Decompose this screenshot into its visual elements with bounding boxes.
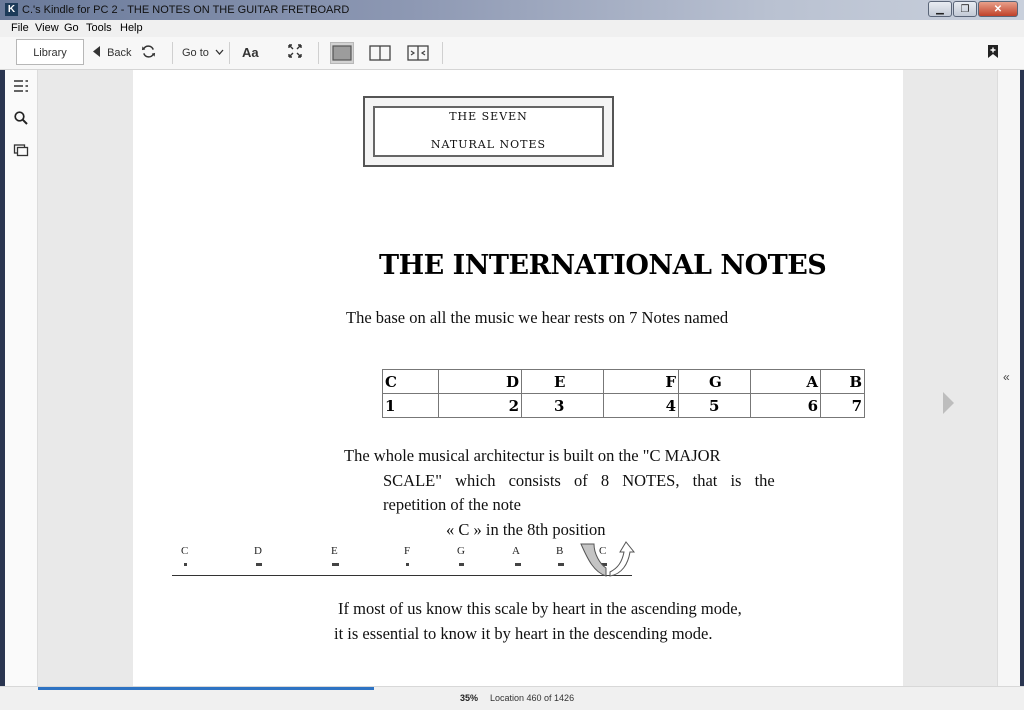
table-cell: F — [603, 369, 679, 394]
scale-letter: B — [556, 545, 564, 557]
status-bar: 35% Location 460 of 1426 — [0, 686, 1024, 710]
chapter-heading: THE INTERNATIONAL NOTES — [379, 250, 827, 281]
menu-go[interactable]: Go — [64, 22, 79, 34]
table-row: C D E F G A B — [382, 369, 865, 394]
table-cell: 2 — [438, 393, 522, 418]
kindle-app-icon: K — [5, 3, 18, 16]
font-settings-button[interactable]: Aa — [242, 37, 259, 69]
left-sidebar — [5, 70, 38, 686]
title-frame-inner: THE SEVEN NATURAL NOTES — [373, 106, 604, 157]
toolbar-separator — [442, 42, 443, 64]
sync-icon — [141, 45, 156, 58]
window-title: C.'s Kindle for PC 2 - THE NOTES ON THE … — [22, 4, 350, 16]
scale-letter: C — [181, 545, 189, 557]
goto-label: Go to — [182, 47, 209, 59]
body-text-line: SCALE" which consists of 8 NOTES, that i… — [383, 471, 775, 490]
body-text-line: The whole musical architectur is built o… — [344, 446, 721, 465]
bookmark-button[interactable] — [987, 37, 999, 69]
back-label: Back — [107, 47, 132, 59]
table-cell: 4 — [603, 393, 679, 418]
back-button[interactable]: Back — [93, 37, 132, 69]
scale-letter: D — [254, 545, 262, 557]
scale-letter: A — [512, 545, 520, 557]
reading-progress-bar[interactable] — [38, 687, 374, 690]
toolbar-separator — [229, 42, 230, 64]
scale-letter: G — [457, 545, 465, 557]
page-flip-button[interactable] — [406, 42, 430, 64]
location-text: Location 460 of 1426 — [490, 693, 575, 703]
search-icon[interactable] — [13, 110, 29, 126]
menu-file[interactable]: File — [11, 22, 29, 34]
fullscreen-icon — [288, 44, 302, 58]
title-bar: K C.'s Kindle for PC 2 - THE NOTES ON TH… — [0, 0, 1024, 20]
notes-table: C D E F G A B 1 2 3 4 5 6 7 — [382, 369, 865, 418]
body-text-line: If most of us know this scale by heart i… — [338, 599, 742, 618]
table-cell: 7 — [820, 393, 865, 418]
body-text-line: repetition of the note — [383, 495, 521, 514]
back-arrow-icon — [93, 46, 100, 57]
expand-panel-button[interactable]: « — [1003, 370, 1010, 384]
toolbar-separator — [318, 42, 319, 64]
table-cell: 6 — [750, 393, 821, 418]
intro-text: The base on all the music we hear rests … — [346, 308, 729, 327]
goto-button[interactable]: Go to — [182, 37, 224, 69]
single-column-button[interactable] — [330, 42, 354, 64]
minimize-button[interactable]: ▁ — [928, 1, 952, 17]
frame-line-2: NATURAL NOTES — [430, 138, 547, 151]
sync-button[interactable] — [141, 37, 156, 69]
table-cell: 1 — [382, 393, 439, 418]
scale-number-marks — [184, 563, 607, 566]
scale-letter: F — [404, 545, 411, 557]
menu-help[interactable]: Help — [120, 22, 143, 34]
frame-line-1: THE SEVEN — [449, 110, 528, 123]
table-row: 1 2 3 4 5 6 7 — [382, 393, 865, 418]
table-cell: A — [750, 369, 821, 394]
table-of-contents-icon[interactable] — [13, 78, 29, 94]
table-cell: B — [820, 369, 865, 394]
close-button[interactable]: ✕ — [978, 1, 1018, 17]
body-text-line: it is essential to know it by heart in t… — [334, 624, 713, 643]
toolbar-separator — [172, 42, 173, 64]
curved-arrow-icon — [580, 541, 636, 577]
table-cell: 5 — [678, 393, 751, 418]
toolbar: Library Back Go to Aa — [0, 37, 1024, 70]
table-cell: 3 — [521, 393, 604, 418]
table-cell: D — [438, 369, 522, 394]
library-button[interactable]: Library — [16, 39, 84, 65]
two-column-button[interactable] — [368, 42, 392, 64]
next-page-arrow[interactable] — [943, 392, 954, 414]
scale-baseline — [172, 575, 632, 576]
body-text-line: « C » in the 8th position — [446, 520, 606, 539]
notes-cards-icon[interactable] — [13, 142, 29, 158]
title-frame: THE SEVEN NATURAL NOTES — [363, 96, 614, 167]
window-controls: ▁ ❐ ✕ — [927, 1, 1018, 18]
add-bookmark-icon — [988, 45, 998, 58]
menu-tools[interactable]: Tools — [86, 22, 112, 34]
page-flip-icon — [407, 45, 429, 61]
menu-bar: File View Go Tools Help — [0, 20, 1024, 38]
table-cell: G — [678, 369, 751, 394]
two-page-icon — [369, 45, 391, 61]
table-cell: E — [521, 369, 604, 394]
progress-percent: 35% — [460, 693, 479, 703]
table-cell: C — [382, 369, 439, 394]
kindle-window: K C.'s Kindle for PC 2 - THE NOTES ON TH… — [0, 0, 1024, 710]
right-rail: « — [997, 70, 1020, 686]
menu-view[interactable]: View — [35, 22, 59, 34]
fullscreen-button[interactable] — [288, 37, 302, 69]
maximize-button[interactable]: ❐ — [953, 1, 977, 17]
chevron-down-icon — [215, 49, 224, 55]
single-page-icon — [332, 45, 352, 61]
scale-letter: E — [331, 545, 338, 557]
